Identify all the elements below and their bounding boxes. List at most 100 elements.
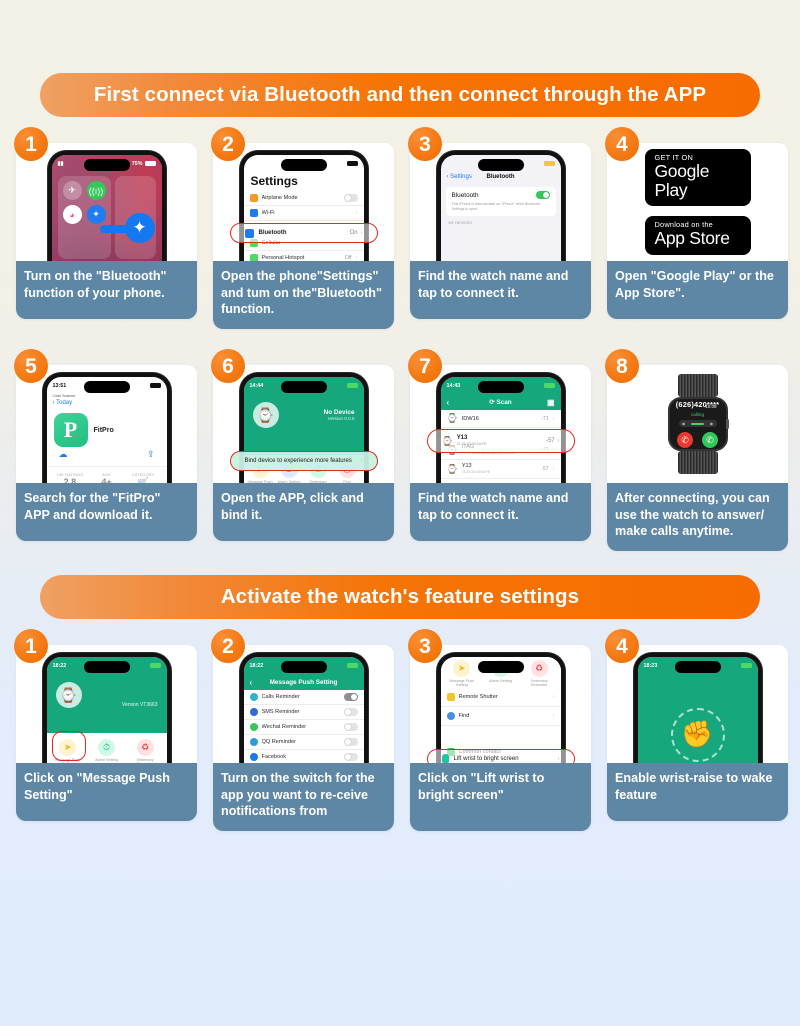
step-card-4: 4 GET IT ON Google Play Download on the … — [605, 127, 788, 329]
feature-row-remote-shutter[interactable]: Remote Shutter › — [440, 688, 561, 707]
row-value: Off — [344, 255, 352, 261]
push-row-wechat[interactable]: Wechat Reminder — [243, 720, 364, 735]
scan-title-label: Scan — [496, 399, 512, 406]
step-badge: 4 — [605, 127, 639, 161]
quick-message-push[interactable]: ➤ Message Push Setting — [447, 660, 477, 688]
qq-icon — [249, 738, 258, 746]
card-caption: Find the watch name and tap to connect i… — [410, 261, 591, 319]
dynamic-island — [280, 159, 327, 171]
device-row-4[interactable]: ⌚ Y13 21:22:33:03:0A:FE -57 › — [440, 460, 561, 479]
device-state-label: No Device — [323, 409, 355, 416]
app-meta-row: 13K RATINGS 2.8 ★★★☆☆ AGE 4+ Years Old C… — [46, 466, 167, 483]
sms-toggle[interactable] — [343, 708, 358, 716]
card-caption: After connecting, you can use the watch … — [607, 483, 788, 551]
battery-icon — [144, 160, 156, 167]
app-store-badge[interactable]: Download on the App Store — [644, 216, 751, 255]
settings-row-wifi[interactable]: Wi-Fi › — [243, 206, 364, 221]
step-card-2: 2 Settings Airplane Mode Wi-Fi › Cellula… — [211, 127, 394, 329]
dynamic-island — [280, 381, 327, 393]
card-body: 13:51 Code Scanner ‹ Today P FitPro ☁ ⇪ — [16, 365, 197, 541]
qq-toggle[interactable] — [343, 738, 358, 746]
card-body: 18:22 ⌚ Version VT3663 ➤ Message Push ⏱ … — [16, 645, 197, 821]
dynamic-island — [83, 159, 130, 171]
quick-alarm[interactable]: ⏱ Alarm Setting — [91, 739, 121, 763]
push-row-facebook[interactable]: Facebook — [244, 750, 364, 763]
share-icon[interactable]: ⇪ — [147, 449, 155, 460]
quick-sedentary[interactable]: ♻ Sedentary Reminder — [130, 739, 160, 763]
highlighted-device-row[interactable]: ⌚ Y13 21:22:33:03:0A:FE -57 › — [426, 429, 575, 453]
store-badge-group: GET IT ON Google Play Download on the Ap… — [644, 143, 751, 261]
calls-toggle[interactable] — [343, 693, 358, 701]
highlight-value: On — [349, 230, 358, 236]
message-push-icon: ➤ — [453, 660, 471, 677]
card-caption: Open the phone"Settings" and tum on the"… — [213, 261, 394, 329]
app-actions: ☁ ⇪ — [47, 449, 167, 460]
bluetooth-row-highlight[interactable]: Bluetooth On › — [229, 223, 378, 243]
bluetooth-note: This iPhone is discoverable as "iPhone" … — [451, 202, 541, 211]
phone-mock: ‹ Settings Bluetooth Bluetooth This iPho… — [436, 151, 565, 261]
step-badge: 3 — [408, 127, 442, 161]
meta-value: 4+ — [101, 477, 112, 483]
push-row-sms[interactable]: SMS Reminder — [243, 705, 364, 720]
step-badge: 2 — [211, 629, 245, 663]
watch-icon: ⌚ — [446, 463, 458, 474]
quick-label: Message Push Setting — [247, 480, 273, 483]
airplane-icon[interactable]: ✈ — [62, 181, 82, 200]
back-label: Today — [56, 400, 73, 406]
qr-scan-icon[interactable]: ▣ — [547, 398, 555, 407]
row-label: Airplane Mode — [261, 195, 298, 201]
step-card-1: 1 ▮▮ 75% ✈ ((ı)) ◕ ✦ ✦ Turn on the "Blue… — [14, 127, 197, 329]
quick-sedentary[interactable]: ♻ Sedentary Reminder — [524, 660, 554, 688]
device-mac: 21:22:33:03:0A:FE — [461, 470, 490, 474]
back-button[interactable]: ‹ Today — [47, 398, 167, 408]
airplane-toggle[interactable] — [343, 194, 358, 202]
download-icon[interactable]: ☁ — [59, 449, 68, 460]
bluetooth-callout-icon: ✦ — [124, 213, 155, 243]
phone-screen: 18:22 ‹ Message Push Setting Calls Remin… — [243, 657, 364, 763]
device-name-label: Y13 — [461, 463, 472, 469]
row-label: Personal Hotspot — [261, 255, 305, 261]
settings-row-airplane[interactable]: Airplane Mode — [243, 191, 364, 206]
device-summary: ⌚ Version VT3663 — [47, 674, 167, 708]
bind-device-banner[interactable]: Bind device to experience more features … — [229, 451, 378, 471]
step-badge: 1 — [14, 127, 48, 161]
bluetooth-icon[interactable]: ✦ — [86, 205, 106, 224]
google-play-badge[interactable]: GET IT ON Google Play — [644, 149, 751, 207]
bind-banner-label: Bind device to experience more features — [244, 458, 352, 464]
watch-crown — [725, 418, 729, 429]
status-right — [346, 382, 358, 389]
meta-ratings: 13K RATINGS 2.8 ★★★☆☆ — [52, 473, 89, 483]
back-button[interactable]: ‹ — [250, 678, 253, 687]
row-label: Remote Shutter — [458, 693, 498, 700]
settings-row-hotspot[interactable]: Personal Hotspot Off › — [244, 251, 364, 261]
device-row-1[interactable]: ⌚ IDW16 -71 › — [440, 410, 561, 428]
battery-icon — [543, 382, 555, 389]
push-row-qq[interactable]: QQ Reminder — [243, 735, 364, 750]
bluetooth-toggle[interactable] — [535, 191, 550, 199]
push-row-calls[interactable]: Calls Reminder — [243, 690, 364, 705]
message-push-highlight[interactable] — [51, 731, 86, 761]
feature-row-find[interactable]: Find › — [440, 707, 561, 726]
back-button[interactable]: ‹ — [447, 398, 450, 407]
card-body: ➤ Message Push Setting ⏱ Alarm Setting ♻… — [410, 645, 591, 831]
phone-icon[interactable]: ✆ — [702, 432, 718, 448]
quick-label: Sedentary Reminder — [136, 758, 154, 763]
screenshot-push-settings: 18:22 ‹ Message Push Setting Calls Remin… — [213, 645, 394, 763]
lift-wrist-highlight[interactable]: Lift wrist to bright screen › — [426, 749, 575, 763]
phone-screen: 18:23 ✊ Activate the Watch screen via Wr… — [637, 657, 758, 763]
facebook-toggle[interactable] — [343, 753, 358, 761]
screenshot-watch-call: 10:09 (626)420**** calling ◀ ▶ ✆ ✆ — [607, 365, 788, 483]
wechat-toggle[interactable] — [343, 723, 358, 731]
card-caption: Click on "Message Push Setting" — [16, 763, 197, 821]
status-right — [543, 382, 555, 389]
screenshot-device-scan: 14:43 ‹ ⟳ Scan ▣ ⌚ IDW16 -71 › FF:FF:16:… — [410, 365, 591, 483]
dynamic-island — [477, 661, 524, 673]
volume-slider[interactable]: ◀ ▶ — [678, 420, 717, 427]
bluetooth-switch-row[interactable]: Bluetooth — [452, 191, 550, 199]
airdrop-icon[interactable]: ((ı)) — [86, 181, 106, 200]
battery-icon — [149, 382, 161, 389]
wifi-icon[interactable]: ◕ — [62, 205, 82, 224]
battery-icon — [740, 662, 752, 669]
section-2-card-grid: 5 13:51 Code Scanner ‹ Today P FitPro ☁ … — [0, 349, 800, 551]
phone-down-icon[interactable]: ✆ — [677, 432, 693, 448]
